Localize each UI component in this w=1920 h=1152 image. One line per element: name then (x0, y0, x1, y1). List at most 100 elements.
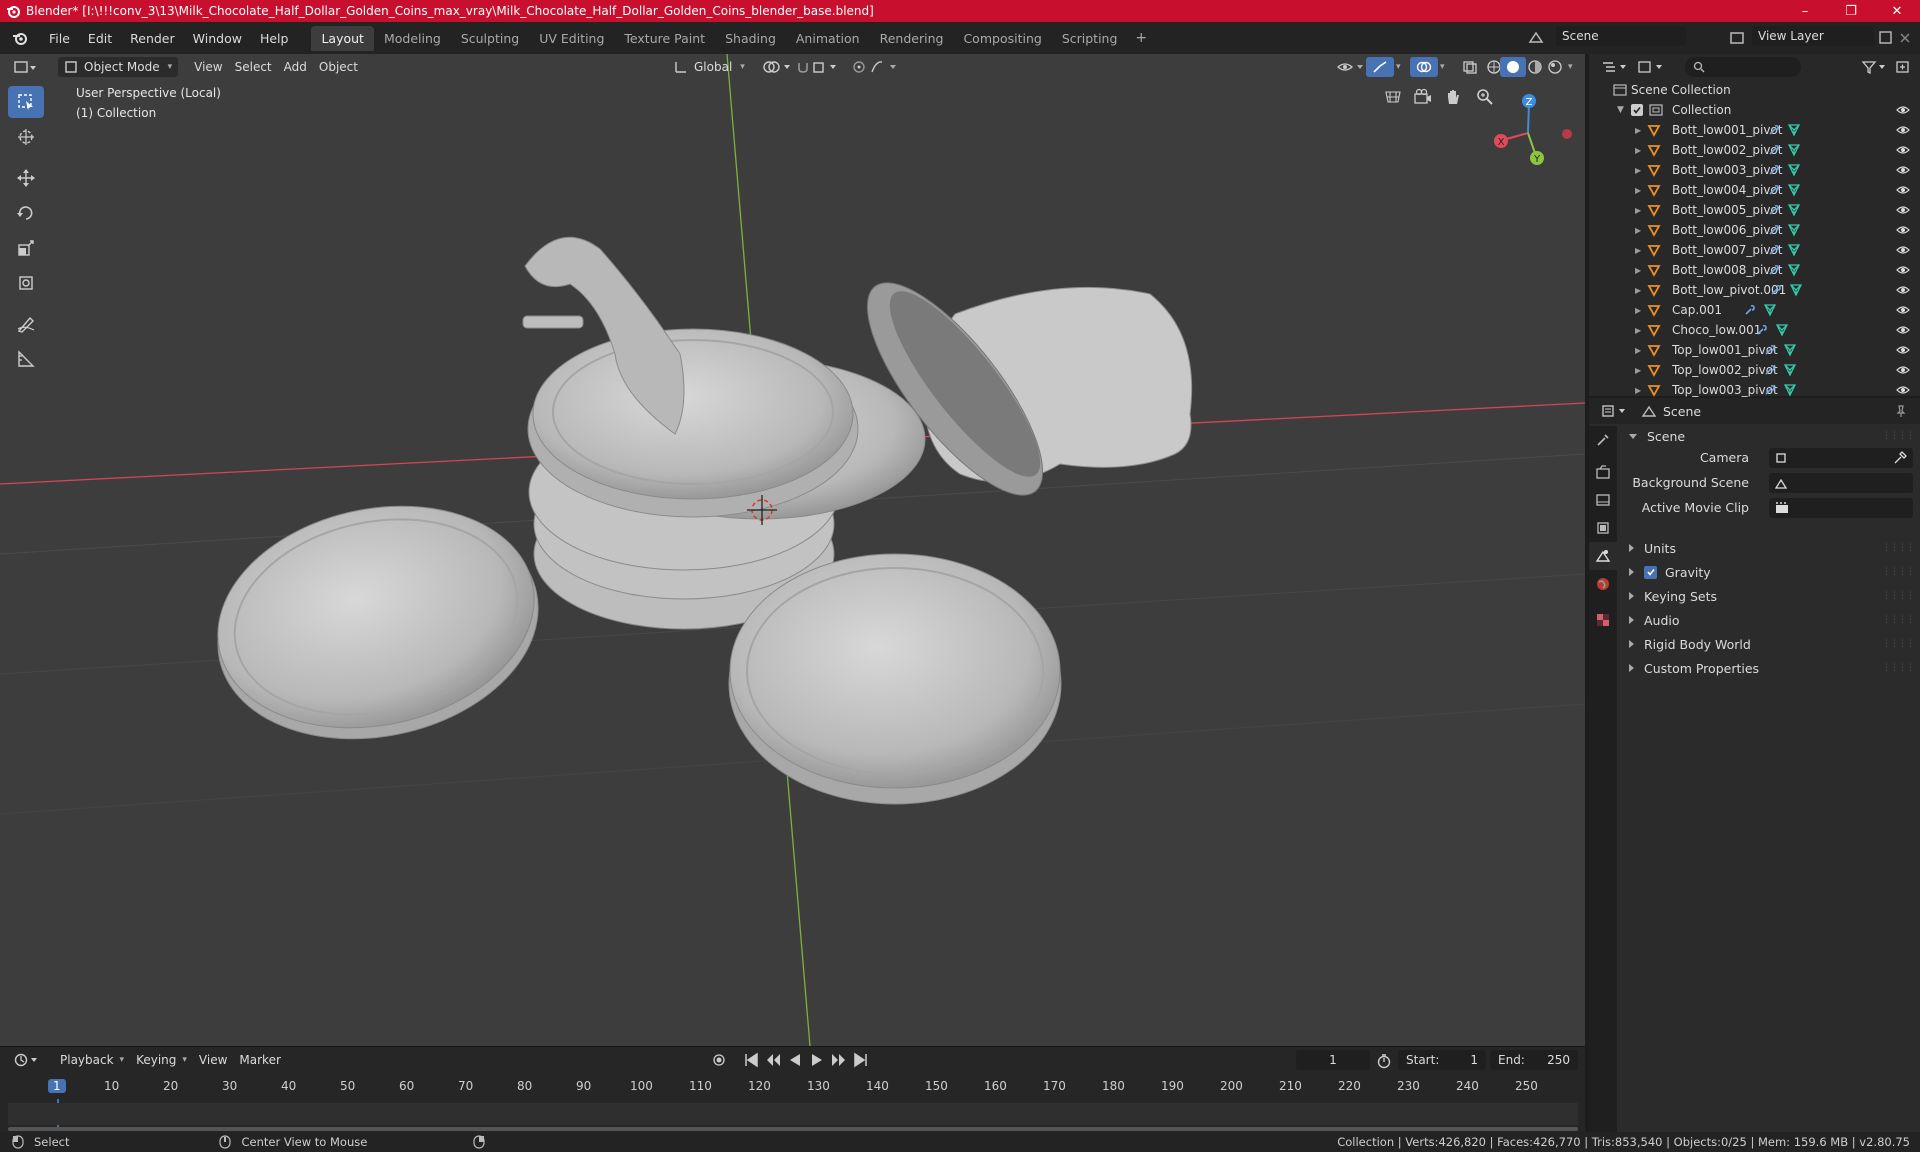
viewport-menu-view[interactable]: View (188, 57, 228, 77)
perspective-toggle-icon[interactable] (1380, 84, 1406, 110)
visibility-eye-icon[interactable] (1896, 224, 1910, 236)
scene-selector[interactable]: Scene (1556, 26, 1686, 46)
new-view-layer-icon[interactable] (1878, 30, 1894, 46)
mesh-data-icon[interactable] (1783, 383, 1797, 397)
select-box-icon[interactable] (8, 86, 44, 118)
snap-icon[interactable] (790, 57, 850, 77)
timeline-editor-type-icon[interactable] (8, 1050, 46, 1070)
modifier-wrench-icon[interactable] (1763, 363, 1777, 377)
rotate-icon[interactable] (8, 197, 44, 229)
mesh-data-icon[interactable] (1789, 283, 1803, 297)
visibility-eye-icon[interactable] (1896, 364, 1910, 376)
modifier-wrench-icon[interactable] (1767, 123, 1781, 137)
outliner-object-row[interactable]: ▶ Bott_low006_pivot (1589, 220, 1920, 240)
play-reverse-icon[interactable] (786, 1051, 804, 1069)
outliner-object-row[interactable]: ▶ Bott_low_pivot.001 (1589, 280, 1920, 300)
outliner-object-row[interactable]: ▶ Bott_low002_pivot (1589, 140, 1920, 160)
proportional-editing-icon[interactable] (846, 57, 908, 77)
units-panel-header[interactable]: Units ⋮⋮⋮⋮ (1621, 536, 1920, 560)
3d-viewport[interactable]: Object Mode ▾ View Select Add Object Glo… (0, 54, 1585, 1046)
expand-arrow-icon[interactable]: ▶ (1635, 306, 1641, 315)
modifier-wrench-icon[interactable] (1769, 283, 1783, 297)
drag-grip-icon[interactable]: ⋮⋮⋮⋮ (1882, 431, 1915, 441)
outliner-object-row[interactable]: ▶ Bott_low007_pivot (1589, 240, 1920, 260)
gizmo-dropdown-icon[interactable]: ▾ (1390, 57, 1407, 77)
drag-grip-icon[interactable]: ⋮⋮⋮⋮ (1882, 639, 1915, 649)
timeline-menu-view[interactable]: View (193, 1050, 233, 1070)
modifier-wrench-icon[interactable] (1767, 243, 1781, 257)
editor-type-icon[interactable] (8, 57, 44, 77)
outliner-object-row[interactable]: ▶ Bott_low001_pivot (1589, 120, 1920, 140)
transform-orientation-selector[interactable]: Global ▾ (668, 57, 751, 77)
custom-properties-panel-header[interactable]: Custom Properties ⋮⋮⋮⋮ (1621, 656, 1920, 680)
scene-tab-icon[interactable] (1589, 542, 1617, 570)
minimize-button[interactable]: – (1782, 0, 1828, 22)
mesh-data-icon[interactable] (1787, 183, 1801, 197)
outliner-object-row[interactable]: ▶ Choco_low.001 (1589, 320, 1920, 340)
view-layer-selector[interactable]: View Layer (1752, 26, 1874, 46)
mode-selector[interactable]: Object Mode ▾ (58, 57, 179, 77)
menu-window[interactable]: Window (184, 27, 251, 50)
modifier-wrench-icon[interactable] (1743, 303, 1757, 317)
background-scene-field[interactable] (1769, 473, 1913, 493)
expand-arrow-icon[interactable]: ▶ (1635, 286, 1641, 295)
render-tab-icon[interactable] (1589, 458, 1617, 486)
drag-grip-icon[interactable]: ⋮⋮⋮⋮ (1882, 567, 1915, 577)
stopwatch-icon[interactable] (1376, 1053, 1392, 1069)
modifier-wrench-icon[interactable] (1767, 263, 1781, 277)
outliner-object-row[interactable]: ▶ Bott_low004_pivot (1589, 180, 1920, 200)
visibility-eye-icon[interactable] (1896, 384, 1910, 396)
expand-arrow-icon[interactable]: ▶ (1635, 206, 1641, 215)
transform-icon[interactable] (8, 267, 44, 299)
tab-rendering[interactable]: Rendering (870, 26, 954, 51)
viewport-menu-select[interactable]: Select (229, 57, 278, 77)
camera-view-icon[interactable] (1410, 84, 1436, 110)
tab-sculpting[interactable]: Sculpting (451, 26, 529, 51)
drag-grip-icon[interactable]: ⋮⋮⋮⋮ (1882, 591, 1915, 601)
modifier-wrench-icon[interactable] (1763, 383, 1777, 397)
tab-uv-editing[interactable]: UV Editing (529, 26, 614, 51)
mesh-data-icon[interactable] (1787, 203, 1801, 217)
visibility-eye-icon[interactable] (1896, 144, 1910, 156)
tab-compositing[interactable]: Compositing (953, 26, 1051, 51)
rigid-body-world-panel-header[interactable]: Rigid Body World ⋮⋮⋮⋮ (1621, 632, 1920, 656)
drag-grip-icon[interactable]: ⋮⋮⋮⋮ (1882, 615, 1915, 625)
visibility-eye-icon[interactable] (1896, 264, 1910, 276)
filter-icon[interactable] (1861, 60, 1887, 74)
mesh-data-icon[interactable] (1787, 223, 1801, 237)
viewport-menu-object[interactable]: Object (313, 57, 364, 77)
tab-animation[interactable]: Animation (786, 26, 870, 51)
modifier-wrench-icon[interactable] (1763, 343, 1777, 357)
pin-icon[interactable] (1894, 404, 1908, 418)
play-icon[interactable] (808, 1051, 826, 1069)
visibility-eye-icon[interactable] (1896, 344, 1910, 356)
drag-grip-icon[interactable]: ⋮⋮⋮⋮ (1882, 663, 1915, 673)
mesh-data-icon[interactable] (1787, 143, 1801, 157)
start-frame-field[interactable]: Start: 1 (1398, 1050, 1486, 1070)
display-mode-icon[interactable] (1637, 60, 1665, 74)
expand-arrow-icon[interactable]: ▶ (1635, 366, 1641, 375)
cursor-icon[interactable] (8, 121, 44, 153)
mesh-data-icon[interactable] (1787, 243, 1801, 257)
modifier-wrench-icon[interactable] (1755, 323, 1769, 337)
world-tab-icon[interactable] (1589, 570, 1617, 598)
record-icon[interactable] (710, 1051, 728, 1069)
tab-layout[interactable]: Layout (311, 25, 374, 51)
tab-scripting[interactable]: Scripting (1052, 26, 1128, 51)
expand-arrow-icon[interactable]: ▶ (1635, 246, 1641, 255)
menu-render[interactable]: Render (121, 27, 184, 50)
mesh-data-icon[interactable] (1787, 163, 1801, 177)
expand-arrow-icon[interactable]: ▶ (1635, 146, 1641, 155)
mesh-data-icon[interactable] (1783, 343, 1797, 357)
mesh-data-icon[interactable] (1763, 303, 1777, 317)
expand-arrow-icon[interactable]: ▶ (1635, 386, 1641, 395)
camera-field[interactable] (1769, 448, 1913, 468)
visibility-eye-icon[interactable] (1896, 244, 1910, 256)
timeline-menu-marker[interactable]: Marker (233, 1050, 286, 1070)
view-layer-tab-icon[interactable] (1589, 514, 1617, 542)
visibility-eye-icon[interactable] (1896, 204, 1910, 216)
properties-editor-type-icon[interactable] (1601, 404, 1629, 418)
timeline-track-area[interactable] (8, 1103, 1578, 1125)
close-button[interactable]: ✕ (1874, 0, 1920, 22)
outliner-scene-collection[interactable]: Scene Collection (1589, 80, 1920, 100)
